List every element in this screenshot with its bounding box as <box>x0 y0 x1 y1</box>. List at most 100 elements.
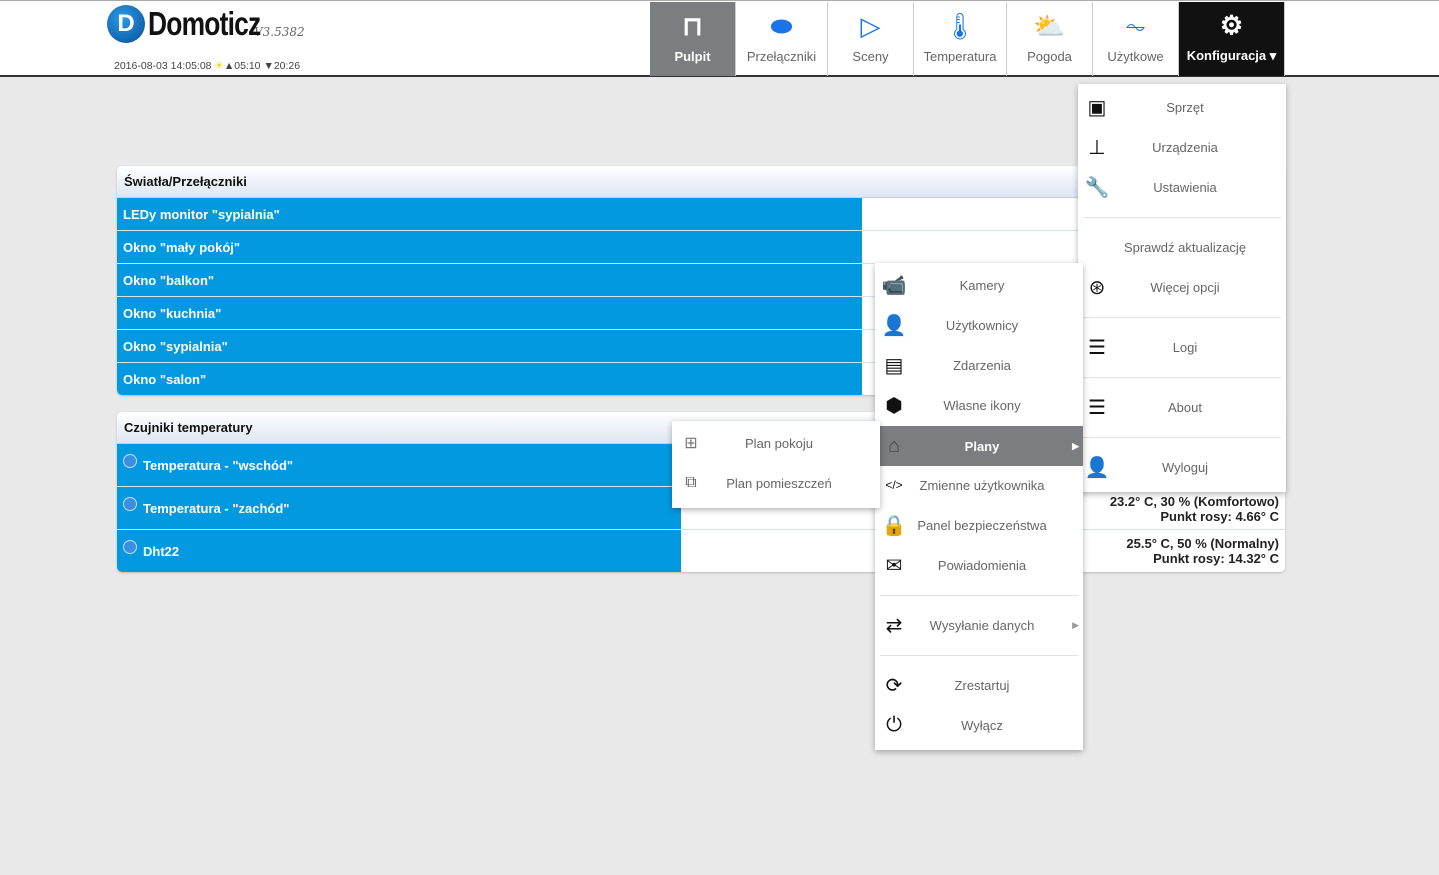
play-icon[interactable] <box>123 540 137 554</box>
divider <box>1083 317 1281 318</box>
dew-point: Punkt rosy: 4.66° C <box>1160 509 1279 524</box>
device-name[interactable]: LEDy monitor "sypialnia" <box>117 198 862 230</box>
weather-icon: ⛅ <box>1033 11 1066 41</box>
device-name[interactable]: Okno "kuchnia" <box>117 297 862 329</box>
arrows-icon: ⇄ <box>885 614 903 637</box>
divider <box>1083 217 1281 218</box>
menu-item-panel-bezpieczenstwa[interactable]: 🔒 Panel bezpieczeństwa <box>875 505 1083 545</box>
menu-label: Więcej opcji <box>1150 279 1220 295</box>
temp-value: 23.2° C, 30 % (Komfortowo) <box>1109 494 1279 509</box>
menu-label: Sprzęt <box>1166 99 1204 115</box>
gear-icon: ⚙ <box>1219 10 1244 40</box>
code-icon: </> <box>885 478 903 492</box>
device-name[interactable]: Okno "sypialnia" <box>117 330 862 362</box>
device-name[interactable]: Dht22 <box>117 530 681 572</box>
menu-item-check-update[interactable]: Sprawdź aktualizację <box>1078 227 1286 267</box>
menu-item-urzadzenia[interactable]: ⊥ Urządzenia <box>1078 127 1286 167</box>
menu-item-plany[interactable]: ⌂ Plany ▶ <box>875 426 1083 466</box>
nav-uzytkowe[interactable]: ⏦ Użytkowe <box>1093 2 1179 76</box>
menu-item-plan-pokoju[interactable]: ⊞ Plan pokoju <box>672 423 880 463</box>
envelope-icon: ✉ <box>885 554 903 577</box>
nav-label: Pulpit <box>674 49 711 64</box>
device-value: 23.2° C, 30 % (Komfortowo) Punkt rosy: 4.… <box>1110 494 1279 524</box>
user-icon: 👤 <box>881 314 907 337</box>
app-name: Domoticz <box>148 5 261 42</box>
device-label: Temperatura - "zachód" <box>143 500 290 516</box>
nav-przelaczniki[interactable]: ⬬ Przełączniki <box>736 2 828 76</box>
bookmark-icon: ⊓ <box>682 11 703 41</box>
menu-label: Sprawdź aktualizację <box>1123 239 1247 255</box>
menu-label: Panel bezpieczeństwa <box>917 517 1047 533</box>
toggle-icon: ⬬ <box>770 11 793 41</box>
more-options-submenu: 📹 Kamery 👤 Użytkownicy ▤ Zdarzenia ⬢ Własne … <box>875 263 1083 750</box>
nav-pulpit[interactable]: ⊓ Pulpit <box>650 2 736 76</box>
menu-item-ustawienia[interactable]: 🔧 Ustawienia <box>1078 167 1286 207</box>
chip-icon: ▣ <box>1087 96 1107 119</box>
divider <box>880 655 1078 656</box>
menu-item-uzytkownicy[interactable]: 👤 Użytkownicy <box>875 305 1083 345</box>
device-name[interactable]: Okno "mały pokój" <box>117 231 862 263</box>
menu-label: Plany <box>964 438 1000 454</box>
menu-item-zrestartuj[interactable]: ⟳ Zrestartuj <box>875 665 1083 705</box>
nav-sceny[interactable]: ▷ Sceny <box>828 2 914 76</box>
logo[interactable]: D Domoticz V3.5382 <box>107 5 305 43</box>
menu-item-wysylanie-danych[interactable]: ⇄ Wysyłanie danych ▶ <box>875 605 1083 645</box>
device-label: Temperatura - "wschód" <box>143 457 294 473</box>
menu-label: Plan pokoju <box>745 435 813 451</box>
play-icon[interactable] <box>123 454 137 468</box>
menu-label: Zrestartuj <box>954 677 1010 693</box>
menu-item-kamery[interactable]: 📹 Kamery <box>875 265 1083 305</box>
domoticz-logo-icon: D <box>107 5 145 43</box>
menu-label: Logi <box>1172 339 1198 355</box>
user-logout-icon: 👤 <box>1084 456 1110 479</box>
menu-item-powiadomienia[interactable]: ✉ Powiadomienia <box>875 545 1083 585</box>
camera-icon: 📹 <box>881 274 907 297</box>
lines-icon: ☰ <box>1088 336 1106 359</box>
menu-label: Zdarzenia <box>953 357 1011 373</box>
datetime-bar: 2016-08-03 14:05:08 ☀▲05:10 ▼20:26 <box>114 60 300 72</box>
menu-item-sprzet[interactable]: ▣ Sprzęt <box>1078 87 1286 127</box>
nav-konfiguracja[interactable]: ⚙ Konfiguracja ▾ <box>1179 2 1285 76</box>
rooms-plan-icon: ⧉ <box>685 474 697 491</box>
house-plan-icon: ⌂ <box>887 434 901 457</box>
menu-label: Urządzenia <box>1152 139 1218 155</box>
menu-item-about[interactable]: ☰ About <box>1078 387 1286 427</box>
restart-icon: ⟳ <box>885 674 903 697</box>
sunrise-time: ▲05:10 <box>223 60 261 72</box>
terminal-icon: ▤ <box>884 354 904 377</box>
menu-item-wlasne-ikony[interactable]: ⬢ Własne ikony <box>875 385 1083 425</box>
nav-pogoda[interactable]: ⛅ Pogoda <box>1007 2 1093 76</box>
menu-item-more-options[interactable]: ⊛ Więcej opcji <box>1078 267 1286 307</box>
more-options-icon: ⊛ <box>1088 276 1106 299</box>
thermometer-icon: 🌡 <box>943 11 977 41</box>
device-name[interactable]: Temperatura - "wschód" <box>117 444 681 486</box>
menu-item-wyloguj[interactable]: 👤 Wyloguj <box>1078 447 1286 487</box>
menu-label: Użytkownicy <box>945 317 1019 333</box>
nav-label: Przełączniki <box>746 49 817 64</box>
device-name[interactable]: Temperatura - "zachód" <box>117 487 681 529</box>
menu-item-logi[interactable]: ☰ Logi <box>1078 327 1286 367</box>
device-name[interactable]: Okno "salon" <box>117 363 862 395</box>
sunset-time: ▼20:26 <box>263 60 301 72</box>
current-datetime: 2016-08-03 14:05:08 <box>114 60 212 72</box>
menu-item-plan-pomieszczen[interactable]: ⧉ Plan pomieszczeń <box>672 463 880 503</box>
config-dropdown: ▣ Sprzęt ⊥ Urządzenia 🔧 Ustawienia Sprawdź … <box>1078 84 1286 492</box>
menu-item-zdarzenia[interactable]: ▤ Zdarzenia <box>875 345 1083 385</box>
nav-label: Konfiguracja <box>1186 48 1267 63</box>
dew-point: Punkt rosy: 14.32° C <box>1153 551 1279 566</box>
sun-icon: ☀ <box>214 60 224 72</box>
temp-value: 25.5° C, 50 % (Normalny) <box>1126 536 1279 551</box>
nav-temperatura[interactable]: 🌡 Temperatura <box>914 2 1007 76</box>
menu-item-zmienne[interactable]: </> Zmienne użytkownika <box>875 465 1083 505</box>
nav-label: Sceny <box>852 49 889 64</box>
divider <box>1083 377 1281 378</box>
table-row[interactable]: Dht22 25.5° C, 50 % (Normalny) Punkt rosy:… <box>117 530 1285 572</box>
floorplan-icon: ⊞ <box>684 435 698 452</box>
menu-item-wylacz[interactable]: ⏻ Wyłącz <box>875 705 1083 745</box>
lock-icon: 🔒 <box>881 514 907 537</box>
power-icon: ⏻ <box>886 713 902 736</box>
device-name[interactable]: Okno "balkon" <box>117 264 862 296</box>
divider <box>1083 437 1281 438</box>
device-label: Dht22 <box>143 543 180 559</box>
play-icon[interactable] <box>123 497 137 511</box>
